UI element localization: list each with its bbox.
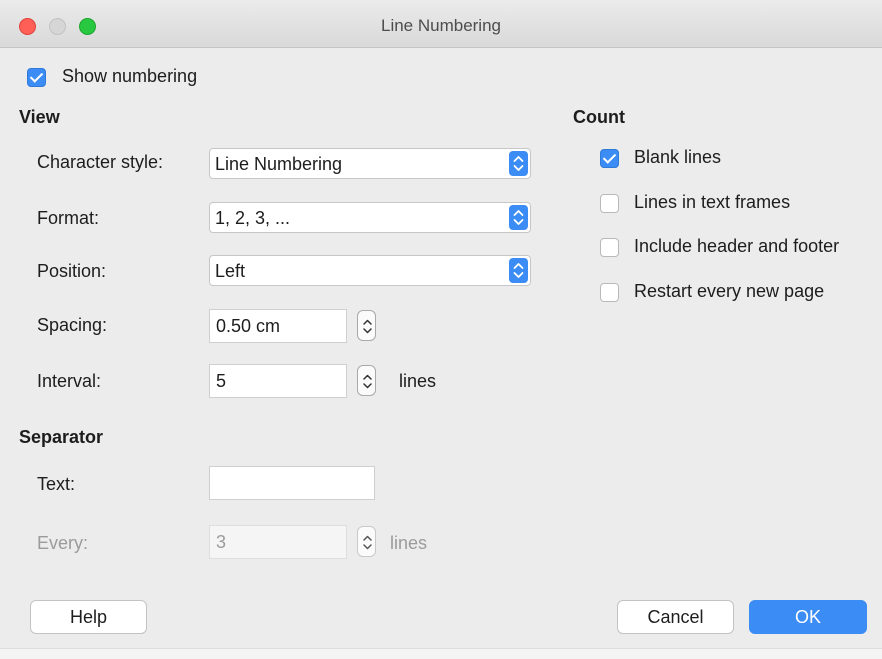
spacing-field[interactable]: 0.50 cm — [209, 309, 347, 343]
separator-every-label: Every: — [37, 533, 89, 553]
character-style-label: Character style: — [37, 152, 164, 172]
separator-heading: Separator — [19, 427, 104, 447]
format-select[interactable]: 1, 2, 3, ... — [209, 202, 531, 233]
help-button[interactable]: Help — [30, 600, 147, 634]
include-header-footer-label[interactable]: Include header and footer — [634, 236, 839, 257]
window-bottom-edge — [0, 648, 882, 659]
separator-every-value: 3 — [216, 532, 227, 552]
spacing-label: Spacing: — [37, 315, 108, 335]
blank-lines-checkbox[interactable] — [600, 149, 619, 168]
lines-in-text-frames-label[interactable]: Lines in text frames — [634, 192, 790, 213]
character-style-select[interactable]: Line Numbering — [209, 148, 531, 179]
count-heading: Count — [573, 107, 625, 127]
interval-label: Interval: — [37, 371, 102, 391]
position-value: Left — [215, 261, 246, 281]
spacing-stepper[interactable] — [357, 310, 376, 341]
interval-unit-label: lines — [399, 371, 437, 391]
restart-every-new-page-label[interactable]: Restart every new page — [634, 281, 824, 302]
window-title: Line Numbering — [380, 16, 501, 35]
position-label: Position: — [37, 261, 107, 281]
format-label: Format: — [37, 208, 100, 228]
ok-button[interactable]: OK — [749, 600, 867, 634]
character-style-value: Line Numbering — [215, 154, 343, 174]
show-numbering-checkbox[interactable] — [27, 68, 46, 87]
interval-stepper[interactable] — [357, 365, 376, 396]
cancel-button[interactable]: Cancel — [617, 600, 734, 634]
separator-text-label: Text: — [37, 474, 76, 494]
format-value: 1, 2, 3, ... — [215, 208, 291, 228]
lines-in-text-frames-checkbox[interactable] — [600, 194, 619, 213]
separator-every-unit-label: lines — [390, 533, 428, 553]
up-down-chevron-icon — [509, 258, 528, 283]
restart-every-new-page-checkbox[interactable] — [600, 283, 619, 302]
line-numbering-dialog: Line Numbering Show numbering View Chara… — [0, 0, 882, 659]
view-heading: View — [19, 107, 60, 127]
up-down-chevron-icon — [509, 151, 528, 176]
separator-every-field[interactable]: 3 — [209, 525, 347, 559]
interval-value: 5 — [216, 371, 227, 391]
include-header-footer-checkbox[interactable] — [600, 238, 619, 257]
spacing-value: 0.50 cm — [216, 316, 281, 336]
position-select[interactable]: Left — [209, 255, 531, 286]
blank-lines-label[interactable]: Blank lines — [634, 147, 721, 168]
up-down-chevron-icon — [509, 205, 528, 230]
separator-every-stepper[interactable] — [357, 526, 376, 557]
show-numbering-label[interactable]: Show numbering — [62, 66, 197, 87]
interval-field[interactable]: 5 — [209, 364, 347, 398]
separator-text-field[interactable] — [209, 466, 375, 500]
title-bar: Line Numbering — [0, 0, 882, 48]
